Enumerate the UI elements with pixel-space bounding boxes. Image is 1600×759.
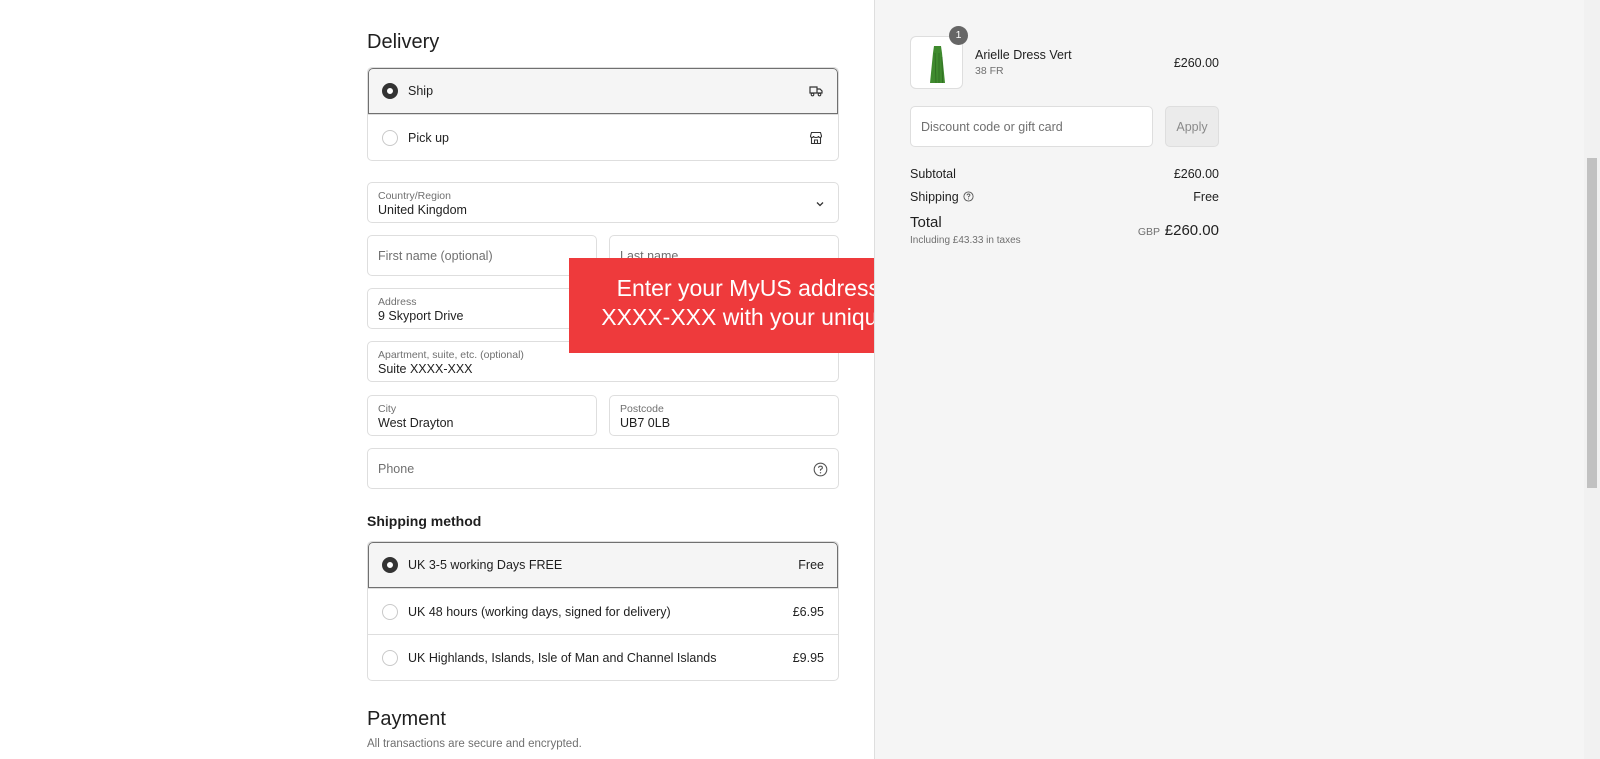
- total-value: £260.00: [1164, 222, 1219, 239]
- shipping-option-highlands[interactable]: UK Highlands, Islands, Isle of Man and C…: [368, 634, 838, 680]
- delivery-method-group: Ship Pick up: [367, 67, 839, 161]
- total-label: Total: [910, 214, 942, 231]
- delivery-option-ship[interactable]: Ship: [368, 68, 838, 114]
- shipping-option-48h[interactable]: UK 48 hours (working days, signed for de…: [368, 588, 838, 634]
- shipping-standard-label: UK 3-5 working Days FREE: [408, 558, 563, 572]
- address-label: Address: [378, 296, 417, 308]
- apartment-value: Suite XXXX-XXX: [378, 362, 473, 376]
- subtotal-value: £260.00: [1173, 167, 1219, 181]
- shipping-48h-label: UK 48 hours (working days, signed for de…: [408, 604, 671, 619]
- shipping-highlands-price: £9.95: [792, 650, 824, 665]
- product-name: Arielle Dress Vert: [975, 48, 1072, 62]
- help-circle-icon[interactable]: [813, 462, 828, 477]
- shipping-method-group: UK 3-5 working Days FREE Free UK 48 hour…: [367, 541, 839, 681]
- payment-title: Payment: [367, 708, 446, 730]
- delivery-title: Delivery: [367, 31, 440, 53]
- country-value: United Kingdom: [378, 203, 467, 217]
- shipping-summary-label: Shipping: [910, 190, 959, 204]
- shipping-48h-radio[interactable]: [382, 603, 398, 620]
- total-currency: GBP: [1137, 226, 1160, 238]
- country-label: Country/Region: [378, 190, 451, 202]
- city-label: City: [378, 403, 397, 415]
- payment-subtitle: All transactions are secure and encrypte…: [367, 738, 582, 750]
- shipping-summary-value: Free: [1193, 190, 1219, 204]
- product-variant: 38 FR: [975, 65, 1004, 77]
- postcode-label: Postcode: [620, 403, 664, 415]
- shipping-standard-radio[interactable]: [382, 557, 398, 573]
- delivery-option-pickup[interactable]: Pick up: [368, 114, 838, 160]
- info-icon[interactable]: [963, 191, 974, 202]
- tax-note: Including £43.33 in taxes: [910, 235, 1021, 246]
- shipping-48h-price: £6.95: [792, 604, 824, 619]
- first-name-field[interactable]: First name (optional): [367, 235, 597, 276]
- instruction-callout: Enter your MyUS address here! Update XXX…: [569, 258, 874, 353]
- callout-line-2: XXXX-XXX with your unique suite number.: [601, 304, 874, 330]
- postcode-field[interactable]: Postcode UB7 0LB: [609, 395, 839, 436]
- first-name-placeholder: First name (optional): [378, 249, 493, 263]
- quantity-badge: 1: [949, 26, 968, 45]
- apartment-label: Apartment, suite, etc. (optional): [378, 349, 524, 361]
- subtotal-label: Subtotal: [910, 167, 956, 181]
- discount-code-input[interactable]: Discount code or gift card: [910, 106, 1153, 147]
- truck-icon: [808, 83, 824, 99]
- chevron-down-icon: [814, 197, 826, 209]
- page-scrollbar[interactable]: [1584, 0, 1600, 759]
- pickup-radio[interactable]: [382, 129, 398, 146]
- phone-placeholder: Phone: [378, 462, 415, 476]
- shipping-highlands-radio[interactable]: [382, 649, 398, 666]
- shipping-option-standard[interactable]: UK 3-5 working Days FREE Free: [368, 542, 838, 588]
- phone-field[interactable]: Phone: [367, 448, 839, 489]
- country-select[interactable]: Country/Region United Kingdom: [367, 182, 839, 223]
- shipping-standard-price: Free: [798, 558, 824, 572]
- ship-radio[interactable]: [382, 83, 398, 99]
- pickup-label: Pick up: [408, 130, 449, 145]
- shipping-summary-row: Shipping: [910, 190, 974, 204]
- ship-label: Ship: [408, 84, 434, 98]
- callout-line-1: Enter your MyUS address here! Update: [616, 275, 874, 301]
- apply-discount-button[interactable]: Apply: [1165, 106, 1219, 147]
- product-price: £260.00: [1173, 56, 1219, 70]
- store-icon: [808, 130, 824, 146]
- shipping-method-title: Shipping method: [367, 513, 482, 529]
- discount-placeholder: Discount code or gift card: [921, 120, 1063, 134]
- checkout-form-column: Delivery Ship Pick up Country/Region Uni…: [0, 0, 874, 759]
- city-field[interactable]: City West Drayton: [367, 395, 597, 436]
- address-value: 9 Skyport Drive: [378, 309, 464, 323]
- dress-image: [930, 46, 945, 84]
- shipping-highlands-label: UK Highlands, Islands, Isle of Man and C…: [408, 650, 717, 665]
- scrollbar-thumb[interactable]: [1587, 158, 1597, 488]
- city-value: West Drayton: [378, 416, 454, 430]
- postcode-value: UB7 0LB: [620, 416, 671, 430]
